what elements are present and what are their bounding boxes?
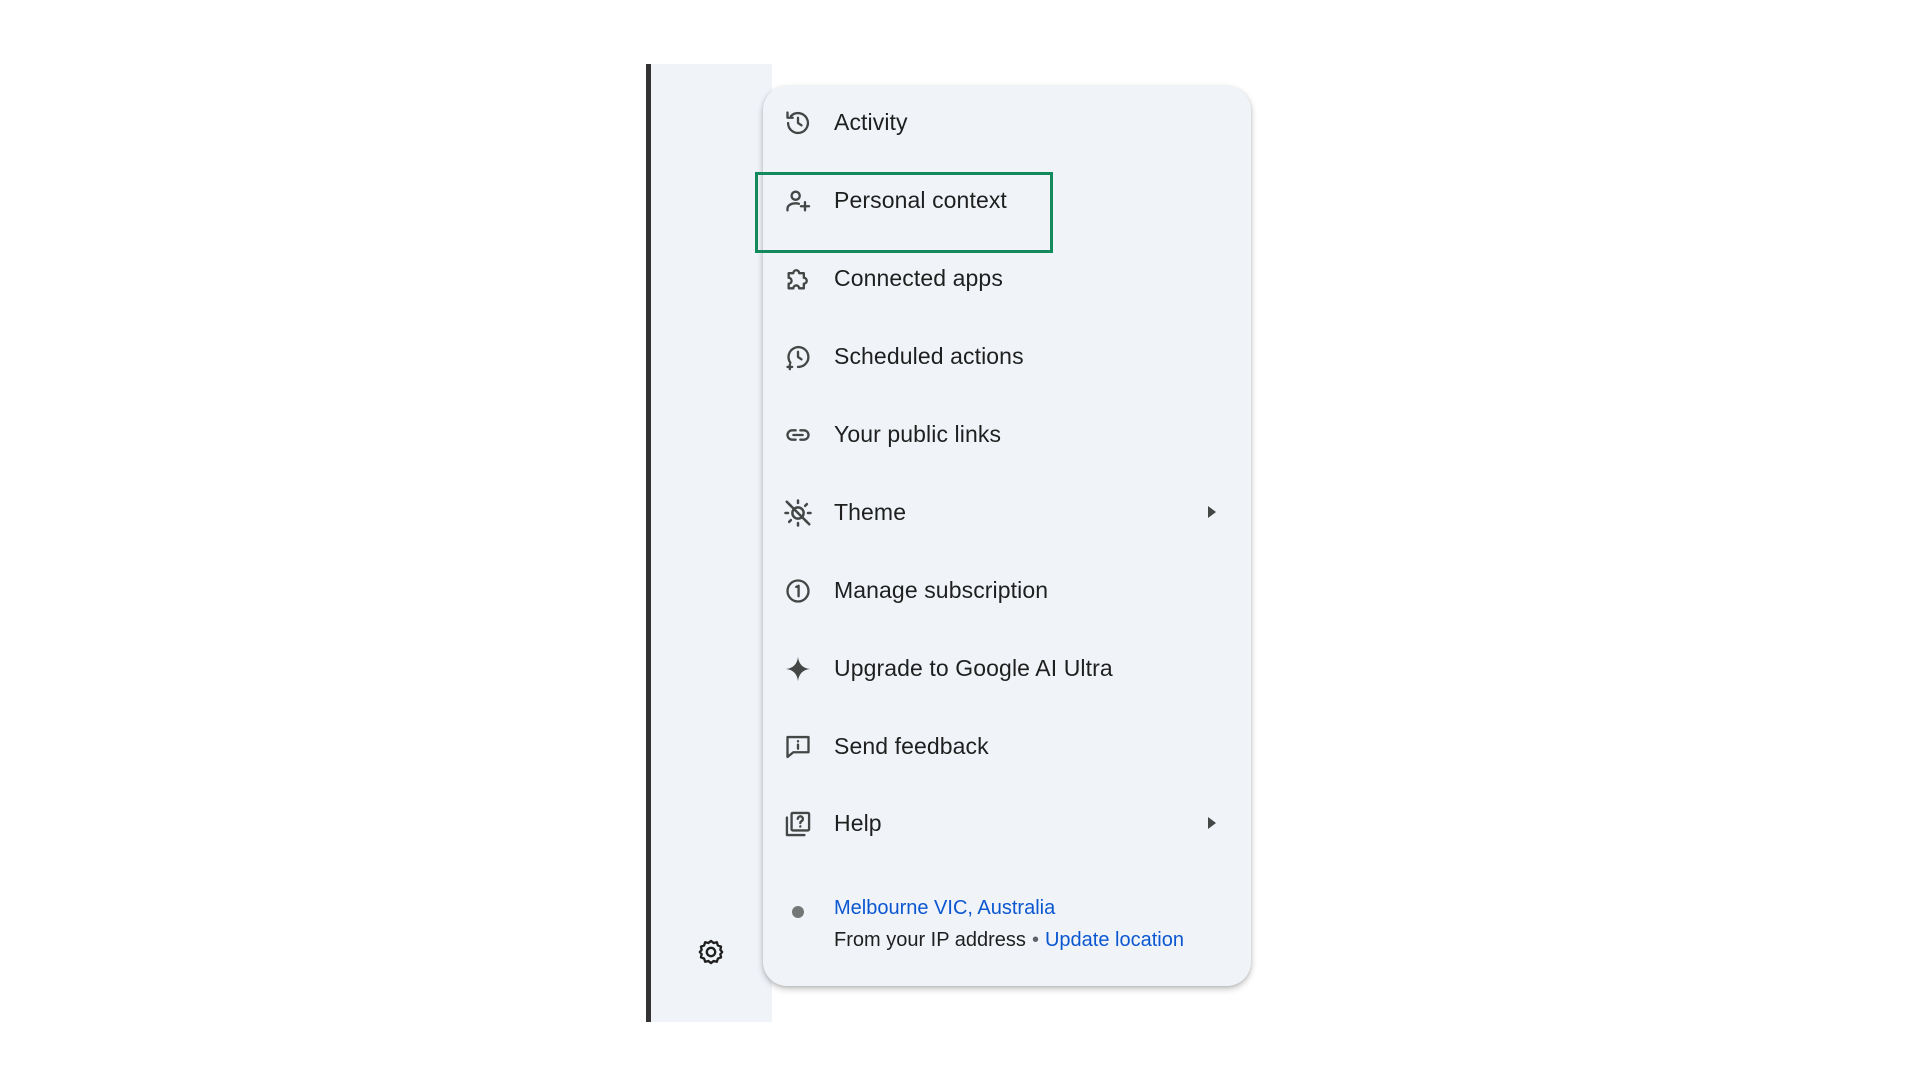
- submenu-arrow-icon: [1204, 815, 1220, 831]
- gear-icon: [697, 938, 725, 971]
- menu-item-label: Personal context: [834, 186, 1007, 213]
- location-source-line: From your IP address • Update location: [834, 929, 1184, 952]
- menu-item-public-links[interactable]: Your public links: [763, 398, 1251, 470]
- location-name-link[interactable]: Melbourne VIC, Australia: [834, 897, 1055, 920]
- help-icon: [783, 809, 813, 839]
- menu-item-label: Help: [834, 809, 882, 836]
- settings-button[interactable]: [693, 936, 729, 972]
- link-icon: [783, 420, 813, 450]
- menu-item-upgrade[interactable]: Upgrade to Google AI Ultra: [763, 632, 1251, 704]
- menu-item-label: Scheduled actions: [834, 342, 1024, 369]
- schedule-sparkle-icon: [783, 342, 813, 372]
- menu-item-label: Upgrade to Google AI Ultra: [834, 654, 1113, 681]
- feedback-icon: [783, 732, 813, 762]
- history-icon: [783, 108, 813, 138]
- menu-item-label: Theme: [834, 498, 907, 525]
- location-source-text: From your IP address: [834, 929, 1026, 951]
- puzzle-icon: [783, 264, 813, 294]
- person-sparkle-icon: [783, 186, 813, 216]
- menu-item-label: Manage subscription: [834, 576, 1049, 603]
- menu-item-scheduled-actions[interactable]: Scheduled actions: [763, 320, 1251, 392]
- menu-item-label: Send feedback: [834, 732, 989, 759]
- theme-icon: [783, 498, 813, 528]
- menu-item-label: Activity: [834, 108, 908, 135]
- update-location-link[interactable]: Update location: [1045, 929, 1184, 951]
- menu-item-help[interactable]: Help: [763, 787, 1251, 859]
- menu-item-theme[interactable]: Theme: [763, 476, 1251, 548]
- menu-item-activity[interactable]: Activity: [763, 86, 1251, 158]
- location-dot-icon: [792, 906, 804, 918]
- menu-item-connected-apps[interactable]: Connected apps: [763, 242, 1251, 314]
- menu-item-label: Your public links: [834, 420, 1002, 447]
- settings-menu: Activity Personal context Connected apps: [763, 86, 1251, 986]
- side-rail: [651, 64, 772, 1022]
- menu-item-personal-context[interactable]: Personal context: [763, 164, 1251, 236]
- screen: Activity Personal context Connected apps: [0, 0, 1920, 1080]
- menu-item-send-feedback[interactable]: Send feedback: [763, 710, 1251, 782]
- location-separator: •: [1031, 929, 1039, 951]
- menu-item-manage-subscription[interactable]: Manage subscription: [763, 554, 1251, 626]
- sparkle-icon: [783, 654, 813, 684]
- menu-item-label: Connected apps: [834, 264, 1003, 291]
- submenu-arrow-icon: [1204, 504, 1220, 520]
- subscription-icon: [783, 576, 813, 606]
